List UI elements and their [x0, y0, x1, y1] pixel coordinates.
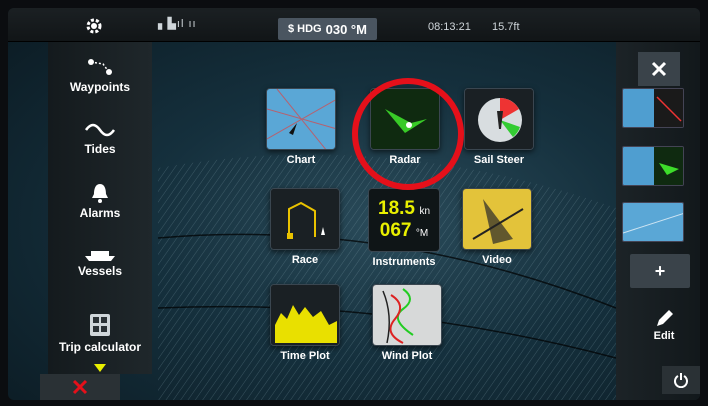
sidebar-item-tides[interactable]: Tides	[48, 120, 152, 156]
speed-value: 18.5	[378, 198, 415, 219]
heading-readout[interactable]: $ HDG 030 °M	[278, 18, 377, 40]
edit-label: Edit	[653, 330, 675, 342]
instruments-thumbnail: 18.5 kn 067 °M	[368, 188, 440, 252]
tile-label: Wind Plot	[381, 350, 433, 362]
plus-icon: +	[654, 260, 666, 281]
tile-label: Chart	[286, 154, 316, 166]
favorite-chart-radar-2[interactable]	[622, 146, 684, 186]
speed-unit: kn	[419, 206, 430, 217]
race-thumbnail	[270, 188, 340, 250]
gear-icon	[86, 18, 102, 34]
calculator-icon	[90, 314, 110, 336]
vessels-icon	[85, 251, 115, 261]
tides-icon	[84, 123, 116, 137]
display-screen: ▖▙ıl ıı $ HDG 030 °M 08:13:21 15.7ft Way…	[8, 8, 700, 400]
close-icon	[651, 61, 667, 77]
heading-value: 030 °M	[325, 21, 367, 37]
tile-chart[interactable]: Chart	[266, 88, 336, 166]
app-sidebar: Waypoints Tides Alarms Vessels Trip calc…	[48, 42, 152, 374]
tile-video[interactable]: Video	[462, 188, 532, 266]
power-icon	[674, 373, 688, 388]
sidebar-item-label: Trip calculator	[58, 340, 142, 354]
chart-thumbnail	[266, 88, 336, 150]
wind-plot-thumbnail	[372, 284, 442, 346]
favorite-chart-radar[interactable]	[622, 88, 684, 128]
sidebar-item-waypoints[interactable]: Waypoints	[48, 56, 152, 94]
pencil-icon	[657, 310, 673, 326]
favorite-chart[interactable]	[622, 202, 684, 242]
sidebar-item-vessels[interactable]: Vessels	[48, 246, 152, 278]
clock-time: 08:13:21	[428, 21, 471, 33]
sidebar-item-alarms[interactable]: Alarms	[48, 182, 152, 220]
time-plot-thumbnail	[270, 284, 340, 346]
tile-label: Instruments	[372, 256, 436, 268]
sidebar-item-label: Waypoints	[69, 80, 131, 94]
add-favorite-button[interactable]: +	[630, 254, 690, 288]
waypoints-icon	[88, 59, 112, 75]
tile-label: Video	[482, 254, 512, 266]
heading-prefix: $ HDG	[288, 23, 322, 35]
heading-value: 067	[379, 220, 412, 241]
close-sidebar-button[interactable]	[40, 374, 120, 400]
sidebar-item-trip-calculator[interactable]: Trip calculator	[48, 312, 152, 354]
close-panel-button[interactable]	[638, 52, 680, 86]
edit-button[interactable]: Edit	[636, 308, 692, 342]
scroll-down-icon[interactable]	[94, 364, 106, 372]
tile-label: Sail Steer	[473, 154, 525, 166]
power-button[interactable]	[662, 366, 700, 394]
tile-wind-plot[interactable]: Wind Plot	[372, 284, 442, 362]
sidebar-item-label: Alarms	[79, 206, 121, 220]
favorites-panel	[616, 42, 700, 400]
tile-label: Time Plot	[280, 350, 330, 362]
tile-label: Race	[291, 254, 319, 266]
tile-time-plot[interactable]: Time Plot	[270, 284, 340, 362]
sidebar-item-label: Tides	[84, 142, 116, 156]
highlight-circle	[352, 78, 464, 190]
heading-unit: °M	[415, 228, 429, 239]
signal-indicator: ▖▙ıl ıı	[158, 17, 197, 30]
sail-steer-thumbnail	[464, 88, 534, 150]
status-bar: ▖▙ıl ıı $ HDG 030 °M 08:13:21 15.7ft	[8, 8, 700, 42]
video-thumbnail	[462, 188, 532, 250]
tile-sail-steer[interactable]: Sail Steer	[464, 88, 534, 166]
tile-instruments[interactable]: 18.5 kn 067 °M Instruments	[368, 188, 440, 268]
depth-readout: 15.7ft	[492, 21, 520, 33]
settings-button[interactable]	[64, 14, 124, 38]
signal-icon: ▖▙ıl ıı	[158, 18, 197, 30]
bell-icon	[92, 184, 108, 203]
sidebar-item-label: Vessels	[77, 264, 123, 278]
tile-race[interactable]: Race	[270, 188, 340, 266]
close-icon	[72, 379, 88, 395]
